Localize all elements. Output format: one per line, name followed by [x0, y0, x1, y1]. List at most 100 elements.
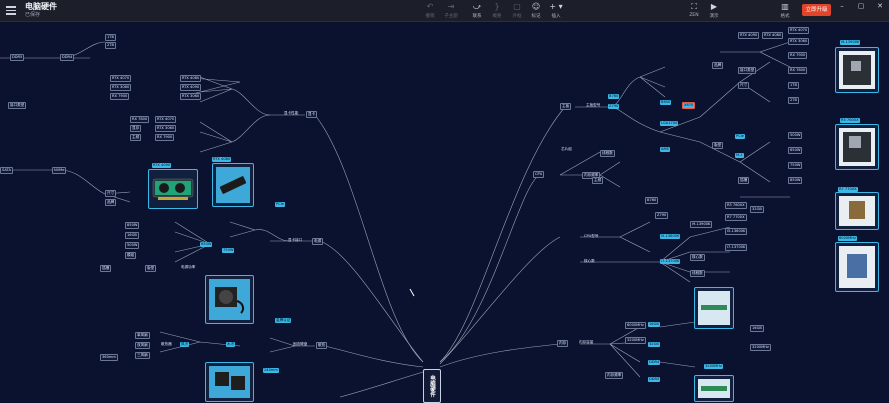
right-mid-1[interactable]: 接口类型 — [738, 67, 757, 74]
right-top-3[interactable]: RTX 4070 — [788, 27, 810, 34]
psu-detail-4[interactable]: 模组 — [125, 252, 137, 259]
right-card-caption-2[interactable]: R5 7600X — [840, 118, 860, 123]
left-top-4[interactable]: DDR4 — [60, 54, 75, 61]
cpu-detail-11[interactable]: 核心数 — [690, 254, 705, 261]
gpu-image-card[interactable] — [148, 169, 198, 209]
cpu-detail-5[interactable]: Z790 — [655, 212, 669, 219]
right-low-3[interactable]: 3200MHz — [750, 344, 771, 351]
gpu-spec-8[interactable]: RTX 3060 — [155, 125, 177, 132]
right-mid-2[interactable]: 尺寸 — [738, 82, 750, 89]
psu-detail-1[interactable]: 850W — [125, 222, 140, 229]
right-top-8[interactable]: 2TB — [788, 97, 799, 104]
gpu-spec-10[interactable]: RTX 4080 — [180, 75, 202, 82]
mem-detail-3[interactable]: 内存频率 — [605, 372, 624, 379]
left-top-2[interactable]: 2TB — [105, 42, 116, 49]
psu-highlight-2[interactable]: 750W — [222, 248, 235, 253]
cpu-detail-10[interactable]: i7-13700K — [725, 244, 748, 251]
cooling-highlight-3[interactable]: 240mm — [263, 368, 279, 373]
cpu-detail-7[interactable]: R5 7600X — [725, 202, 747, 209]
branch-memory[interactable]: 内存 — [557, 340, 569, 347]
cpu-model-label[interactable]: CPU型号 — [583, 234, 600, 239]
present-button[interactable]: ▶ 演示 — [702, 2, 726, 19]
right-top-5[interactable]: RX 7900 — [788, 52, 808, 59]
branch-gpu-interface[interactable]: 显卡接口 — [287, 238, 303, 243]
chipset-label[interactable]: 芯片组 — [560, 147, 573, 152]
mem-highlight-3[interactable]: DDR4 — [648, 360, 661, 365]
gpu-spec-6[interactable]: 主频 — [130, 134, 142, 141]
mb-highlight-6[interactable]: AM5 — [660, 147, 670, 152]
branch-cpu[interactable]: CPU — [533, 171, 545, 178]
mb-model-label[interactable]: 主板型号 — [585, 103, 601, 108]
gpu-spec-11[interactable]: RTX 4090 — [180, 84, 202, 91]
ssd-label[interactable]: 固态硬盘 — [292, 342, 308, 347]
psu-detail-5[interactable]: 插槽 — [100, 265, 112, 272]
cool-detail-4[interactable]: 360mm — [100, 354, 118, 361]
mem-detail-1[interactable]: 6000MHz — [625, 322, 646, 329]
memory-size-label[interactable]: 内存容量 — [578, 340, 594, 345]
cpu-detail-4[interactable]: B760 — [645, 197, 659, 204]
ssd-image-card[interactable] — [212, 163, 254, 207]
motherboard-image-card-1[interactable] — [835, 47, 879, 93]
mb-highlight-3[interactable]: B650 — [660, 100, 672, 105]
cooler-image-card[interactable] — [205, 362, 254, 402]
menu-icon[interactable] — [6, 4, 16, 16]
left-top-3[interactable]: DDR5 — [10, 54, 25, 61]
right-card-caption-4[interactable]: 6000MHz — [838, 236, 857, 241]
right-low-1[interactable]: 32GB — [750, 206, 764, 213]
gpu-highlight-2[interactable]: RTX 4080 — [212, 157, 232, 162]
mb-highlight-5[interactable]: LGA1700 — [660, 121, 679, 126]
mb-highlight-2[interactable]: Z790 — [608, 104, 620, 109]
right-mid-5[interactable]: 插槽 — [738, 177, 750, 184]
right-mid-6[interactable]: 500W — [788, 132, 803, 139]
left-side-5[interactable]: 品牌 — [105, 199, 117, 206]
mem-highlight-4[interactable]: DDR5 — [648, 377, 661, 382]
cpu-highlight-1[interactable]: i5-13600K — [660, 234, 681, 239]
close-icon[interactable]: ✕ — [874, 2, 886, 10]
core-count-label[interactable]: 核心数 — [583, 259, 596, 264]
gpu-spec-7[interactable]: RTX 4070 — [155, 116, 177, 123]
style-button[interactable]: ▥ 格式 — [773, 2, 797, 19]
mem-highlight-1[interactable]: 16GB — [648, 322, 660, 327]
maximize-icon[interactable]: ▢ — [855, 2, 867, 10]
gpu-spec-2[interactable]: RTX 3060 — [110, 84, 132, 91]
psu-detail-6[interactable]: 版型 — [145, 265, 157, 272]
cpu-detail-1[interactable]: 线程数 — [600, 150, 615, 157]
cool-detail-1[interactable]: 单风扇 — [135, 332, 150, 339]
gpu-highlight-1[interactable]: RTX 4090 — [152, 163, 172, 168]
psu-detail-2[interactable]: 16GB — [125, 232, 139, 239]
gpu-spec-12[interactable]: RTX 3060 — [180, 93, 202, 100]
cpu-image-card-2[interactable] — [835, 242, 879, 292]
right-mid-4[interactable]: 版型 — [712, 142, 724, 149]
mem-highlight-2[interactable]: 32GB — [648, 342, 660, 347]
cpu-image-card-1[interactable] — [835, 192, 879, 230]
psu-highlight-3[interactable]: 金牌认证 — [275, 318, 292, 323]
gpu-spec-5[interactable]: 显存 — [130, 125, 142, 132]
gpu-spec-3[interactable]: RX 7900 — [110, 93, 130, 100]
mb-highlight-7[interactable]: PCIe — [735, 134, 745, 139]
mb-highlight-1[interactable]: B760 — [608, 94, 620, 99]
cpu-detail-12[interactable]: 线程数 — [690, 270, 705, 277]
cpu-detail-6[interactable]: i9-13900K — [690, 221, 713, 228]
left-side-2[interactable]: SATA — [0, 167, 13, 174]
right-low-2[interactable]: 16GB — [750, 325, 764, 332]
insert-subtopic-button[interactable]: ⇥ 子主题 — [439, 2, 463, 19]
left-side-4[interactable]: 尺寸 — [105, 190, 117, 197]
mb-highlight-8[interactable]: M.2 — [735, 153, 744, 158]
right-mid-8[interactable]: 750W — [788, 162, 803, 169]
right-card-caption-1[interactable]: i9-13900K — [840, 40, 861, 45]
mindmap-canvas[interactable]: 电脑硬件 显卡性能 显卡 显卡接口 电源 散热 主板 CPU 内存 CPU型号 … — [0, 22, 889, 403]
mem-detail-2[interactable]: 3200MHz — [625, 337, 646, 344]
cpu-detail-8[interactable]: R7 7700X — [725, 214, 747, 221]
gpu-spec-4[interactable]: RX 7800 — [130, 116, 150, 123]
left-side-1[interactable]: 接口类型 — [8, 102, 27, 109]
right-top-2[interactable]: RTX 4080 — [762, 32, 784, 39]
cpu-highlight-2[interactable]: i7-13700K — [660, 259, 681, 264]
insert-button[interactable]: + ▾ 插入 — [544, 2, 568, 19]
right-top-4[interactable]: RTX 3060 — [788, 38, 810, 45]
cool-detail-2[interactable]: 双风扇 — [135, 342, 150, 349]
branch-gpu[interactable]: 显卡性能 — [283, 111, 299, 116]
psu-highlight-1[interactable]: 650W — [200, 242, 213, 247]
cooling-highlight-1[interactable]: 风冷 — [180, 342, 190, 347]
right-top-7[interactable]: 1TB — [788, 82, 799, 89]
branch-motherboard[interactable]: 主板 — [560, 103, 572, 110]
